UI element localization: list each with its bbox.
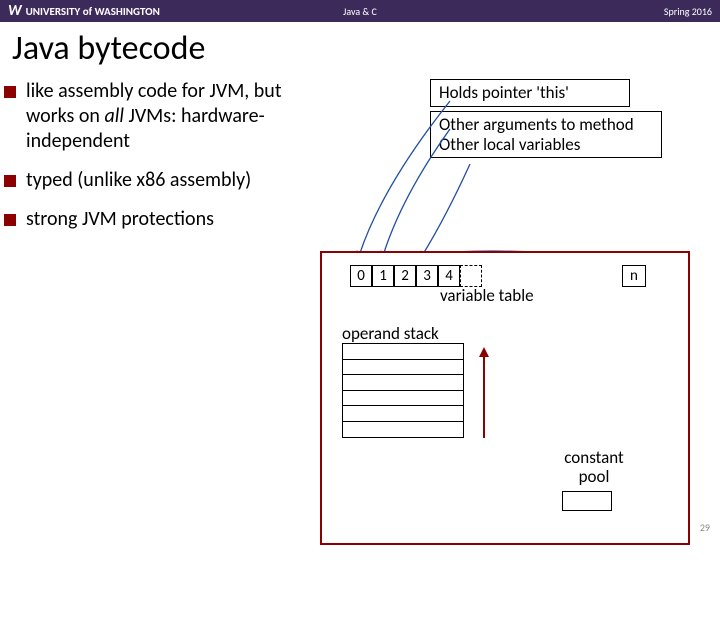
university-logo: W UNIVERSITY of WASHINGTON (8, 2, 160, 20)
var-cell-2: 2 (394, 265, 416, 287)
bullet-3: strong JVM protections (26, 207, 330, 232)
bullet-1-italic: all (104, 104, 123, 128)
opstack-row (343, 360, 463, 376)
operand-stack-label: operand stack (342, 323, 439, 344)
callout-this-pointer: Holds pointer 'this' (430, 79, 630, 107)
opstack-row (343, 344, 463, 360)
constant-pool-box (562, 491, 612, 511)
constant-pool-label: constant pool (554, 449, 634, 486)
var-cell-ell (460, 265, 482, 287)
var-cell-4: 4 (438, 265, 460, 287)
var-cell-3: 3 (416, 265, 438, 287)
callout-other-locals: Other local variables (439, 135, 653, 155)
var-cell-0: 0 (350, 265, 372, 287)
operand-stack (342, 343, 464, 438)
header-right: Spring 2016 (664, 5, 712, 18)
bullet-list: like assembly code for JVM, but works on… (0, 79, 330, 232)
opstack-row (343, 422, 463, 438)
header-center: Java & C (343, 5, 377, 18)
bullet-3-text: strong JVM protections (26, 207, 214, 231)
bullet-2-text: typed (unlike x86 assembly) (26, 168, 251, 192)
slide-content: like assembly code for JVM, but works on… (0, 79, 720, 549)
jvm-frame-box: 0 1 2 3 4 n variable table operand stack… (320, 251, 690, 545)
opstack-row (343, 406, 463, 422)
var-cell-n: n (622, 265, 646, 287)
opstack-row (343, 375, 463, 391)
bullet-1: like assembly code for JVM, but works on… (26, 79, 330, 154)
variable-table-label: variable table (440, 285, 534, 306)
bullet-2: typed (unlike x86 assembly) (26, 168, 330, 193)
header-bar: W UNIVERSITY of WASHINGTON Java & C Spri… (0, 0, 720, 22)
opstack-row (343, 391, 463, 407)
callout-other-vars: Other arguments to method Other local va… (430, 111, 662, 158)
stack-growth-arrow-icon (472, 343, 502, 443)
var-gap (482, 265, 622, 287)
university-name: UNIVERSITY of WASHINGTON (26, 5, 160, 18)
callout-other-args: Other arguments to method (439, 115, 653, 135)
var-cell-1: 1 (372, 265, 394, 287)
w-icon: W (8, 2, 22, 20)
slide-title: Java bytecode (0, 22, 720, 79)
variable-table: 0 1 2 3 4 n (350, 265, 646, 287)
page-number: 29 (700, 521, 710, 534)
